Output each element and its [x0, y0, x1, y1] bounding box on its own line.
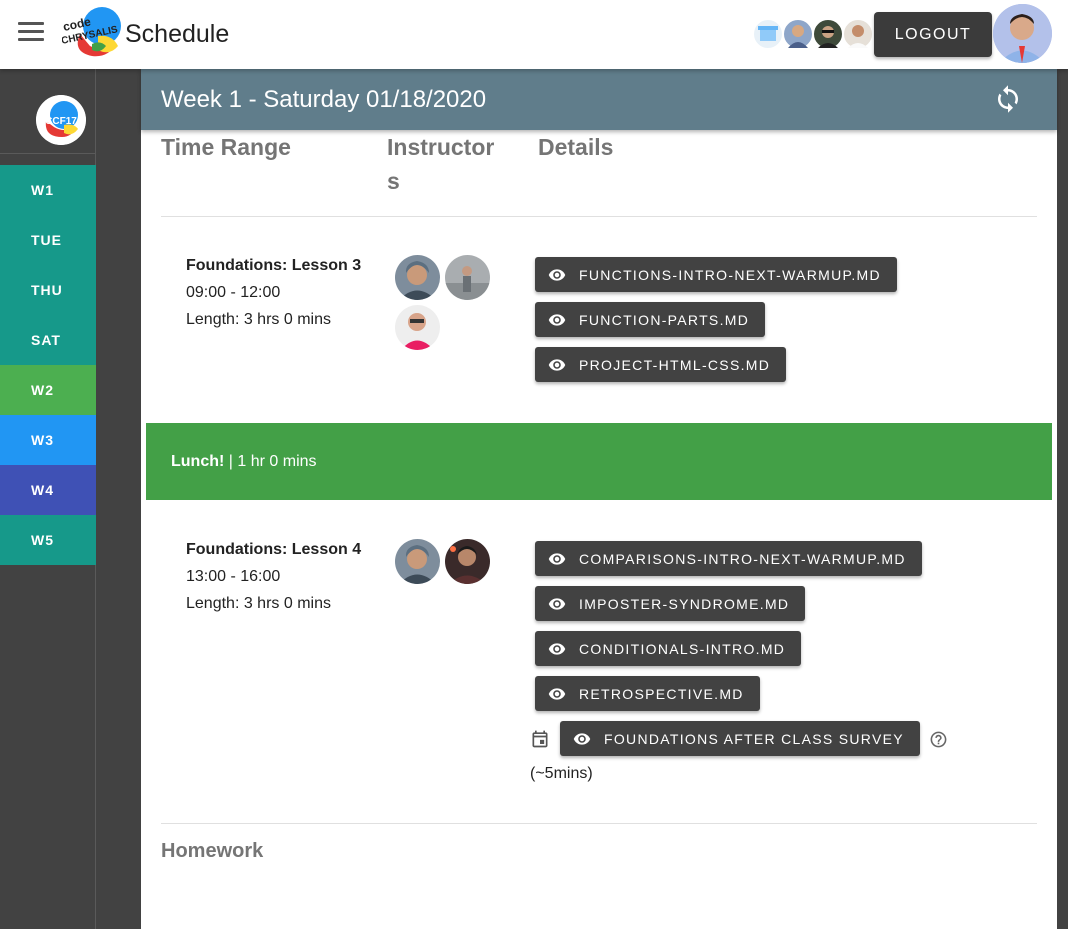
divider: [161, 216, 1037, 217]
column-header-instructors: Instructor: [387, 134, 495, 160]
material-button[interactable]: IMPOSTER-SYNDROME.MD: [535, 586, 806, 621]
cohort-logo[interactable]: CCF17: [36, 95, 86, 145]
lesson-time: 13:00 - 16:00: [186, 568, 281, 585]
material-label: FUNCTION-PARTS.MD: [579, 311, 750, 328]
lesson-title: Foundations: Lesson 4: [186, 541, 362, 558]
user-avatar[interactable]: [993, 4, 1052, 63]
sidebar: CCF17 W1 TUE THU SAT W2 W3 W4 W5: [0, 69, 96, 929]
material-label: FUNCTIONS-INTRO-NEXT-WARMUP.MD: [579, 266, 881, 283]
sidebar-item-tue[interactable]: TUE: [0, 215, 96, 265]
homework-heading: Homework: [161, 840, 264, 862]
instructor-avatar[interactable]: [395, 305, 440, 350]
material-label: IMPOSTER-SYNDROME.MD: [579, 595, 790, 612]
material-button[interactable]: FUNCTIONS-INTRO-NEXT-WARMUP.MD: [535, 257, 897, 292]
avatar[interactable]: [812, 18, 844, 50]
eye-icon: [548, 553, 566, 565]
eye-icon: [548, 359, 566, 371]
sidebar-item-w3[interactable]: W3: [0, 415, 96, 465]
avatar[interactable]: [752, 18, 784, 50]
card-header: Week 1 - Saturday 01/18/2020: [141, 69, 1057, 130]
lesson-time: 09:00 - 12:00: [186, 284, 281, 301]
help-icon[interactable]: [929, 730, 948, 749]
page-title: Schedule: [125, 20, 230, 48]
material-button[interactable]: COMPARISONS-INTRO-NEXT-WARMUP.MD: [535, 541, 922, 576]
material-button[interactable]: PROJECT-HTML-CSS.MD: [535, 347, 787, 382]
material-label: COMPARISONS-INTRO-NEXT-WARMUP.MD: [579, 550, 906, 567]
material-button[interactable]: RETROSPECTIVE.MD: [535, 676, 760, 711]
eye-icon: [548, 269, 566, 281]
sidebar-header: CCF17: [0, 69, 96, 154]
sidebar-item-w1[interactable]: W1: [0, 165, 96, 215]
sidebar-item-w5[interactable]: W5: [0, 515, 96, 565]
sidebar-item-sat[interactable]: SAT: [0, 315, 96, 365]
eye-icon: [548, 688, 566, 700]
material-button[interactable]: FUNCTION-PARTS.MD: [535, 302, 766, 337]
lunch-banner: Lunch! | 1 hr 0 mins: [146, 423, 1052, 500]
survey-label: FOUNDATIONS AFTER CLASS SURVEY: [604, 730, 904, 747]
eye-icon: [548, 643, 566, 655]
app-bar: code CHRYSALIS Schedule LOGOUT: [0, 0, 1068, 69]
code-chrysalis-logo[interactable]: code CHRYSALIS: [60, 4, 124, 60]
instructor-avatar[interactable]: [395, 539, 440, 584]
sidebar-item-w2[interactable]: W2: [0, 365, 96, 415]
logout-button[interactable]: LOGOUT: [874, 12, 992, 57]
material-label: CONDITIONALS-INTRO.MD: [579, 640, 786, 657]
eye-icon: [573, 733, 591, 745]
menu-icon[interactable]: [18, 22, 44, 44]
instructor-avatar[interactable]: [395, 255, 440, 300]
divider: [161, 823, 1037, 824]
column-header-details: Details: [538, 134, 614, 160]
lunch-duration: | 1 hr 0 mins: [224, 453, 317, 470]
instructor-avatar[interactable]: [445, 539, 490, 584]
lesson-length: Length: 3 hrs 0 mins: [186, 595, 331, 612]
refresh-icon[interactable]: [993, 84, 1023, 114]
lunch-label: Lunch!: [171, 453, 225, 470]
material-label: PROJECT-HTML-CSS.MD: [579, 356, 771, 373]
survey-button[interactable]: FOUNDATIONS AFTER CLASS SURVEY: [560, 721, 920, 756]
avatar[interactable]: [782, 18, 814, 50]
avatar[interactable]: [842, 18, 874, 50]
eye-icon: [548, 598, 566, 610]
material-label: RETROSPECTIVE.MD: [579, 685, 744, 702]
lesson-length: Length: 3 hrs 0 mins: [186, 311, 331, 328]
survey-duration: (~5mins): [530, 765, 593, 782]
cohort-logo-text: CCF17: [45, 116, 77, 127]
eye-icon: [548, 314, 566, 326]
instructor-avatar[interactable]: [445, 255, 490, 300]
column-header-instructors-wrap: s: [387, 168, 400, 194]
column-header-time-range: Time Range: [161, 134, 291, 160]
calendar-icon[interactable]: [530, 729, 550, 749]
material-button[interactable]: CONDITIONALS-INTRO.MD: [535, 631, 802, 666]
lesson-title: Foundations: Lesson 3: [186, 257, 362, 274]
sidebar-item-w4[interactable]: W4: [0, 465, 96, 515]
sidebar-item-thu[interactable]: THU: [0, 265, 96, 315]
schedule-card: Time Range Instructor s Details Week 1 -…: [141, 69, 1057, 929]
card-title: Week 1 - Saturday 01/18/2020: [161, 86, 487, 113]
